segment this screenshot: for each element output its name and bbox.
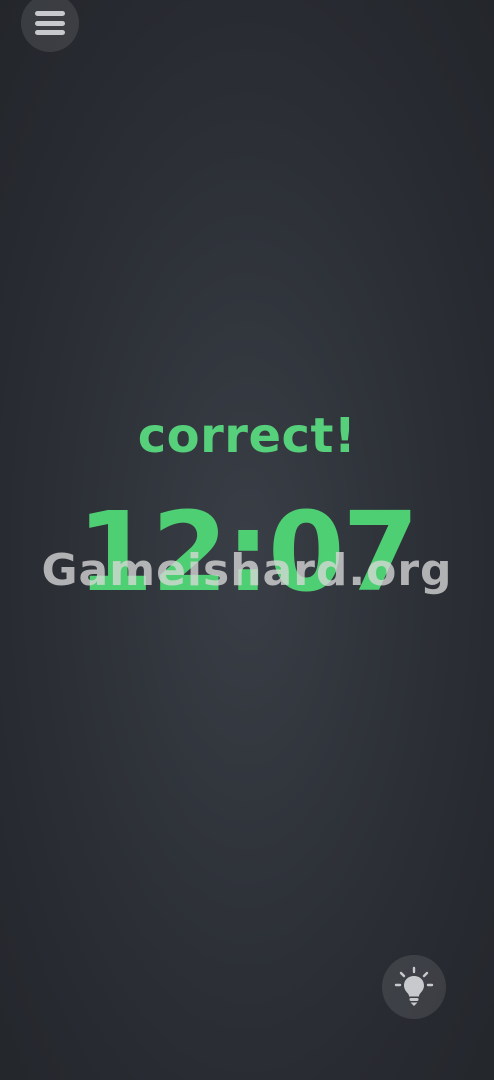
- lightbulb-icon: [394, 966, 434, 1006]
- watermark: Gameishard.org: [41, 545, 453, 596]
- menu-button[interactable]: [21, 0, 79, 52]
- game-screen: correct! 12:07 Gameishard.org: [0, 0, 494, 1080]
- hint-button[interactable]: [382, 955, 446, 1019]
- hamburger-menu-icon: [35, 11, 65, 35]
- result-message: correct!: [137, 408, 357, 464]
